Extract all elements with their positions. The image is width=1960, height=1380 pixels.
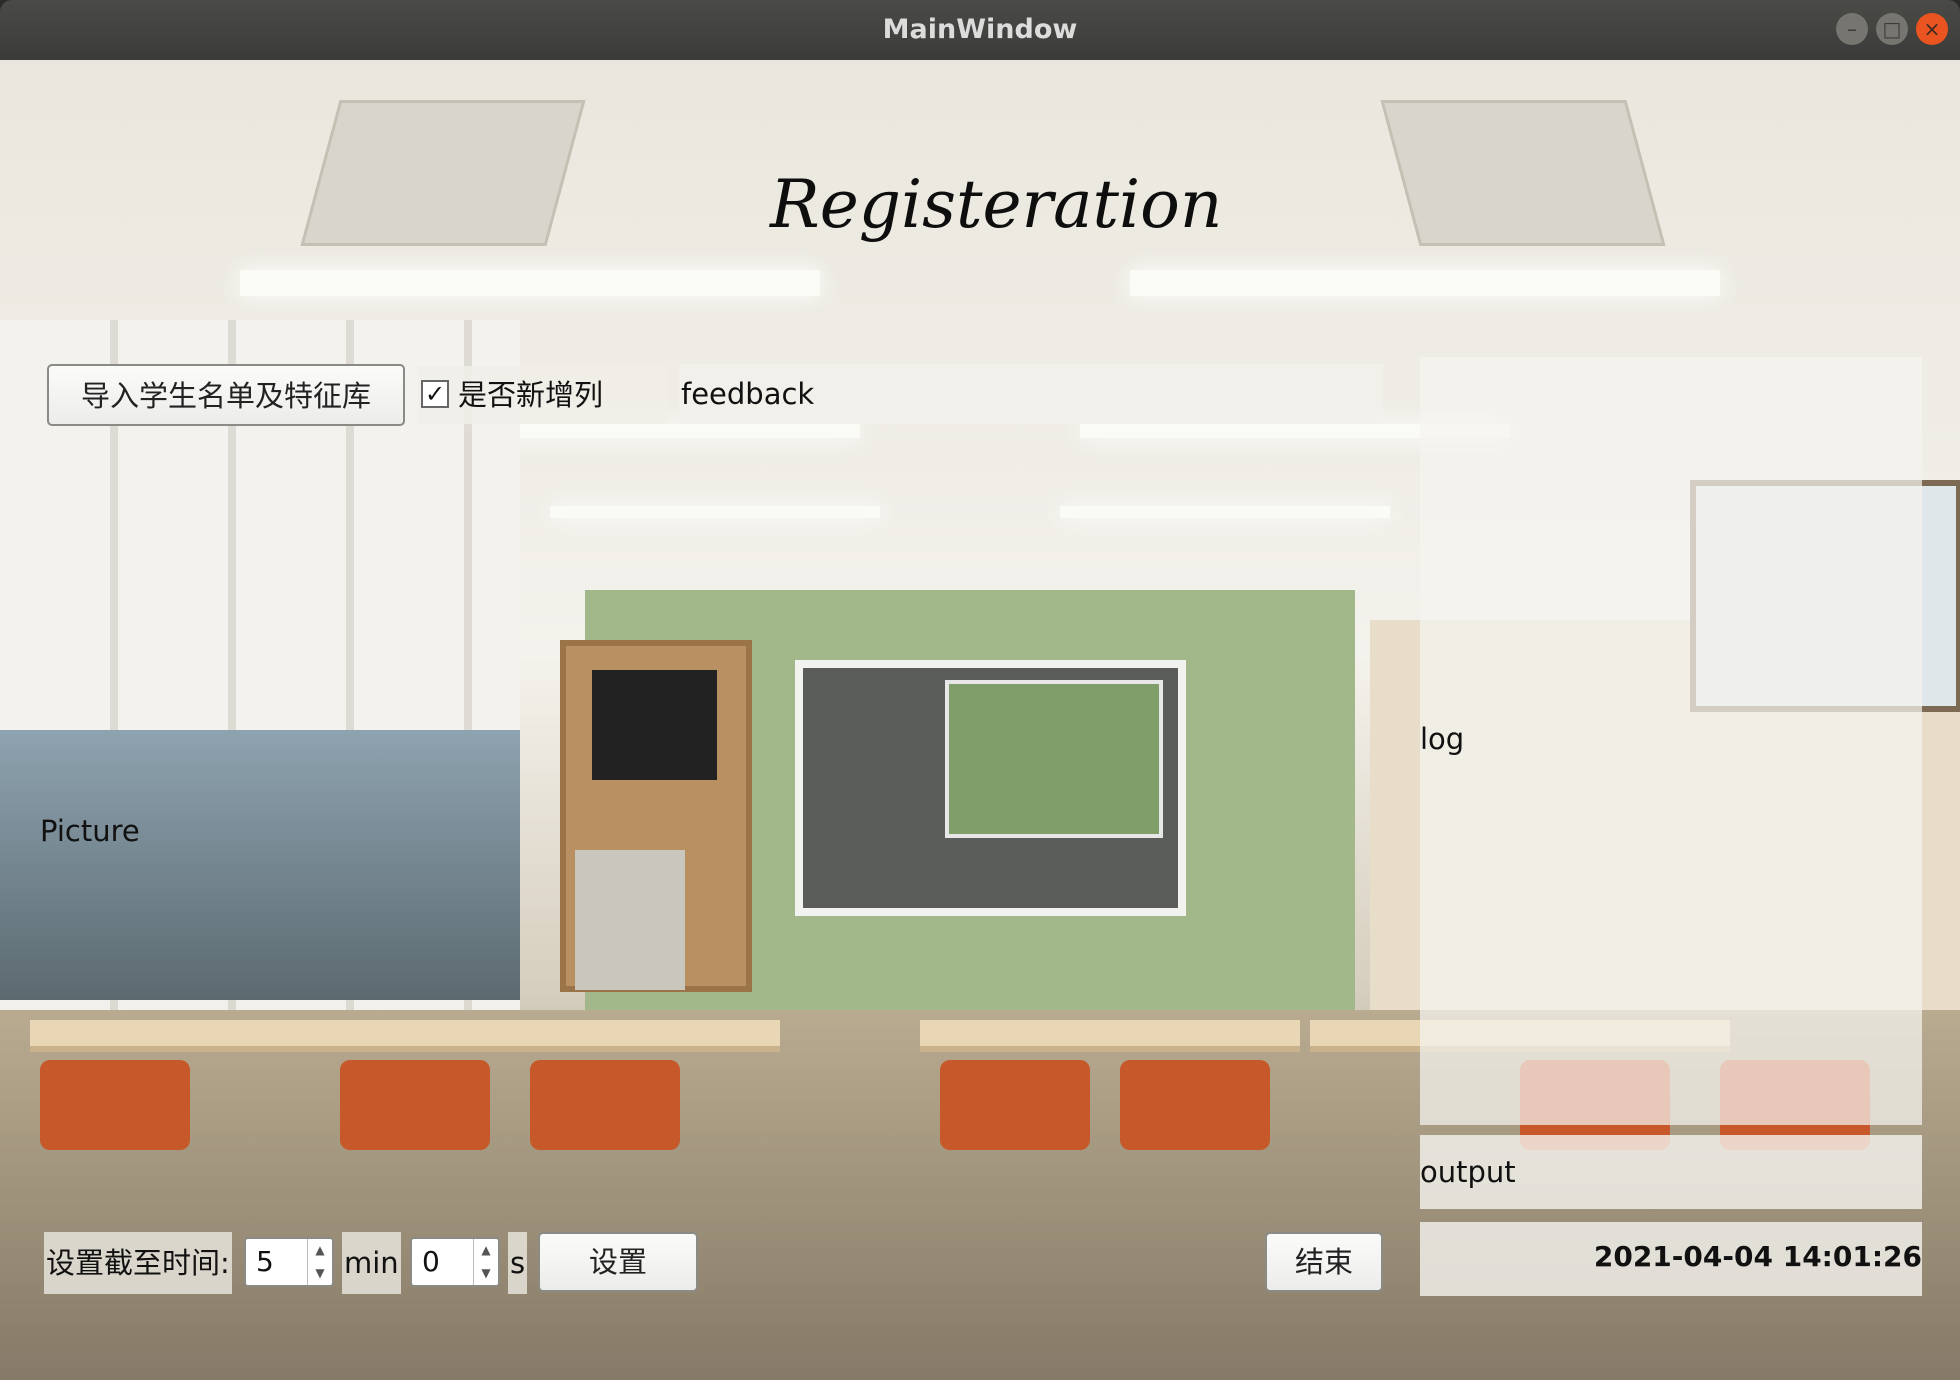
- desk: [30, 1020, 450, 1052]
- television: [592, 670, 717, 780]
- ceiling-light: [1130, 270, 1720, 296]
- spin-arrows[interactable]: ▲ ▼: [473, 1239, 498, 1285]
- new-column-checkbox[interactable]: ✓ 是否新增列: [418, 366, 668, 424]
- chair: [530, 1060, 680, 1150]
- seconds-spinbox[interactable]: 0 ▲ ▼: [410, 1237, 500, 1287]
- chair: [1120, 1060, 1270, 1150]
- ceiling-light: [1060, 506, 1390, 518]
- picture-label: Picture: [40, 814, 140, 848]
- datetime-panel: 2021-04-04 14:01:26: [1420, 1222, 1922, 1296]
- output-label: output: [1420, 1155, 1516, 1189]
- main-window: MainWindow – □ × Registeration 导入学生名单及特征…: [0, 0, 1960, 1380]
- seconds-value[interactable]: 0: [422, 1239, 440, 1285]
- log-label: log: [1420, 722, 1465, 756]
- minimize-button[interactable]: –: [1836, 13, 1868, 45]
- current-datetime: 2021-04-04 14:01:26: [1593, 1240, 1922, 1273]
- checkmark-icon[interactable]: ✓: [421, 380, 449, 408]
- left-window-view: [0, 730, 520, 1000]
- window-title: MainWindow: [882, 14, 1078, 45]
- end-button[interactable]: 结束: [1265, 1232, 1383, 1292]
- desk: [920, 1020, 1300, 1052]
- feedback-label: feedback: [679, 364, 1383, 424]
- log-panel: [1420, 357, 1922, 1125]
- maximize-button[interactable]: □: [1876, 13, 1908, 45]
- spin-up-icon[interactable]: ▲: [474, 1239, 498, 1262]
- minutes-unit-label: min: [342, 1232, 401, 1294]
- import-student-list-button[interactable]: 导入学生名单及特征库: [47, 364, 405, 426]
- minutes-spinbox[interactable]: 5 ▲ ▼: [244, 1237, 334, 1287]
- projection-screen: [945, 680, 1163, 838]
- deadline-label: 设置截至时间:: [44, 1232, 232, 1294]
- spin-arrows[interactable]: ▲ ▼: [307, 1239, 332, 1285]
- spin-down-icon[interactable]: ▼: [308, 1262, 332, 1285]
- page-title: Registeration: [770, 166, 1223, 243]
- checkbox-label: 是否新增列: [458, 378, 604, 412]
- chair: [340, 1060, 490, 1150]
- chair: [940, 1060, 1090, 1150]
- set-deadline-button[interactable]: 设置: [538, 1232, 698, 1292]
- close-button[interactable]: ×: [1916, 13, 1948, 45]
- minutes-value[interactable]: 5: [256, 1239, 274, 1285]
- spin-down-icon[interactable]: ▼: [474, 1262, 498, 1285]
- title-bar[interactable]: MainWindow – □ ×: [0, 0, 1960, 60]
- chair: [40, 1060, 190, 1150]
- seconds-unit-label: s: [508, 1232, 528, 1294]
- ceiling-ac-unit: [1380, 100, 1666, 246]
- ceiling-light: [240, 270, 820, 296]
- desk: [400, 1020, 780, 1052]
- ceiling-ac-unit: [300, 100, 586, 246]
- podium: [575, 850, 685, 990]
- spin-up-icon[interactable]: ▲: [308, 1239, 332, 1262]
- ceiling-light: [550, 506, 880, 518]
